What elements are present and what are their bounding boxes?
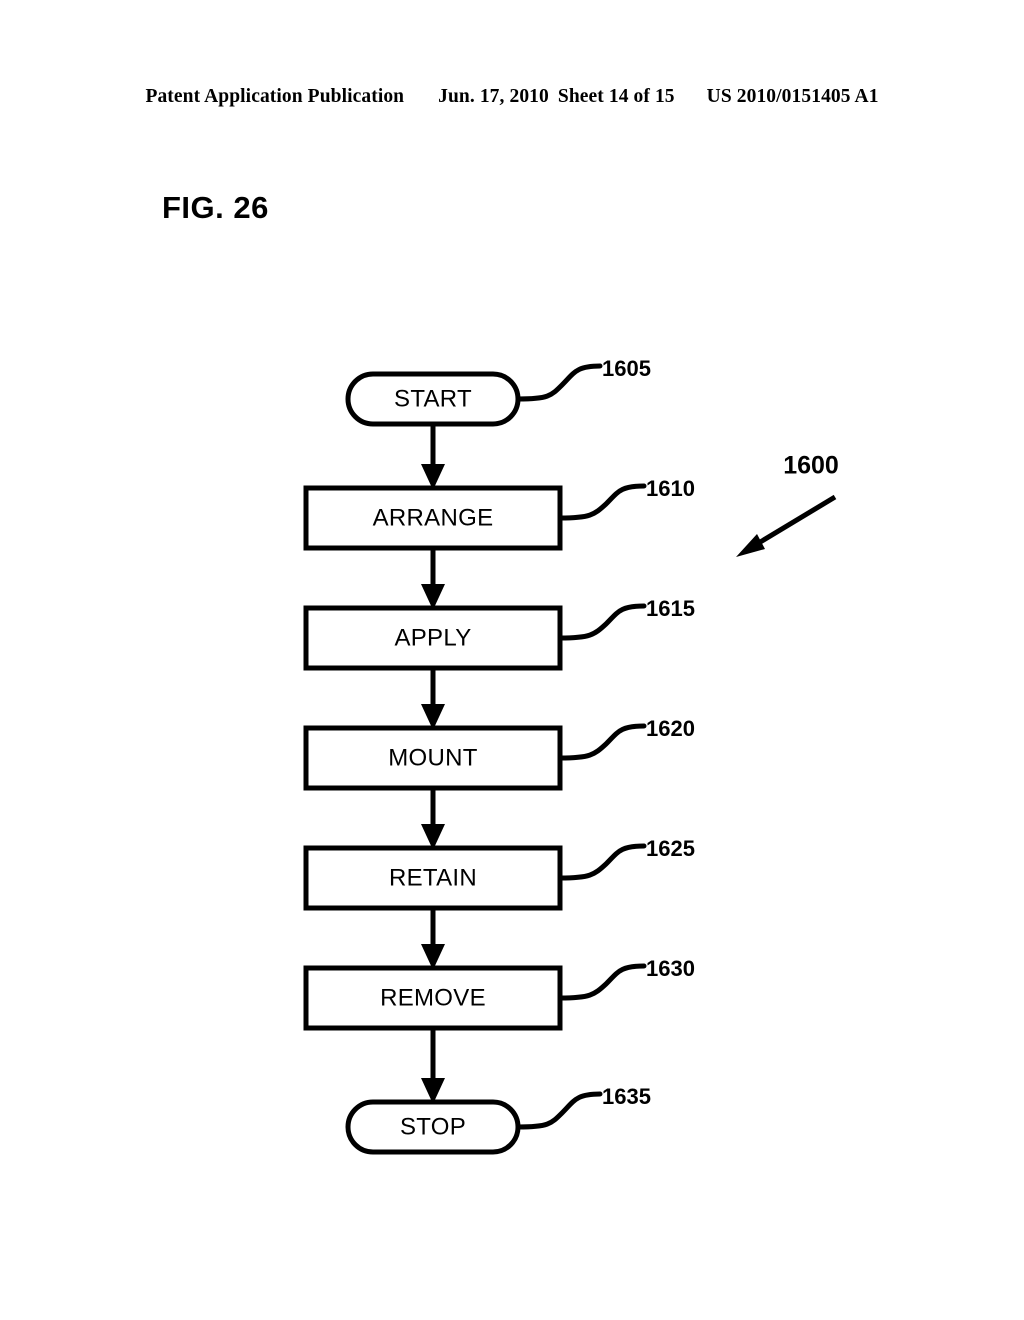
connector-arrange-to-apply [421, 548, 445, 610]
node-remove[interactable]: REMOVE [303, 965, 563, 1031]
retain-box-label: RETAIN [389, 864, 477, 891]
ref-label-1615: 1615 [646, 596, 695, 621]
leader-1615: 1615 [557, 596, 695, 641]
ref-label-1635: 1635 [602, 1084, 651, 1109]
leader-1630: 1630 [557, 956, 695, 1001]
overall-reference-1600: 1600 [736, 452, 839, 557]
leader-1620: 1620 [557, 716, 695, 761]
leader-1625: 1625 [557, 836, 695, 881]
node-arrange[interactable]: ARRANGE [303, 485, 563, 551]
node-retain[interactable]: RETAIN [303, 845, 563, 911]
connector-start-to-arrange [421, 424, 445, 490]
flowchart-diagram: START 1605 ARRANGE 1610 APPLY 1615 MOUNT [303, 356, 839, 1155]
ref-label-1620: 1620 [646, 716, 695, 741]
start-terminal-label: START [394, 385, 472, 412]
node-start[interactable]: START [345, 371, 521, 427]
ref-label-1625: 1625 [646, 836, 695, 861]
connector-remove-to-stop [421, 1028, 445, 1104]
stop-terminal-label: STOP [400, 1113, 466, 1140]
connector-mount-to-retain [421, 788, 445, 850]
mount-box-label: MOUNT [388, 744, 478, 771]
apply-box-label: APPLY [394, 624, 471, 651]
leader-1610: 1610 [557, 476, 695, 521]
remove-box-label: REMOVE [380, 984, 486, 1011]
node-mount[interactable]: MOUNT [303, 725, 563, 791]
ref-label-1600: 1600 [783, 452, 839, 480]
patent-figure-page: Patent Application Publication Jun. 17, … [0, 0, 1024, 1320]
ref-label-1605: 1605 [602, 356, 651, 381]
connector-retain-to-remove [421, 908, 445, 970]
ref-label-1630: 1630 [646, 956, 695, 981]
node-apply[interactable]: APPLY [303, 605, 563, 671]
ref-label-1610: 1610 [646, 476, 695, 501]
leader-1635: 1635 [515, 1084, 651, 1130]
arrange-box-label: ARRANGE [373, 504, 494, 531]
connector-apply-to-mount [421, 668, 445, 730]
node-stop[interactable]: STOP [345, 1099, 521, 1155]
leader-1605: 1605 [515, 356, 651, 402]
